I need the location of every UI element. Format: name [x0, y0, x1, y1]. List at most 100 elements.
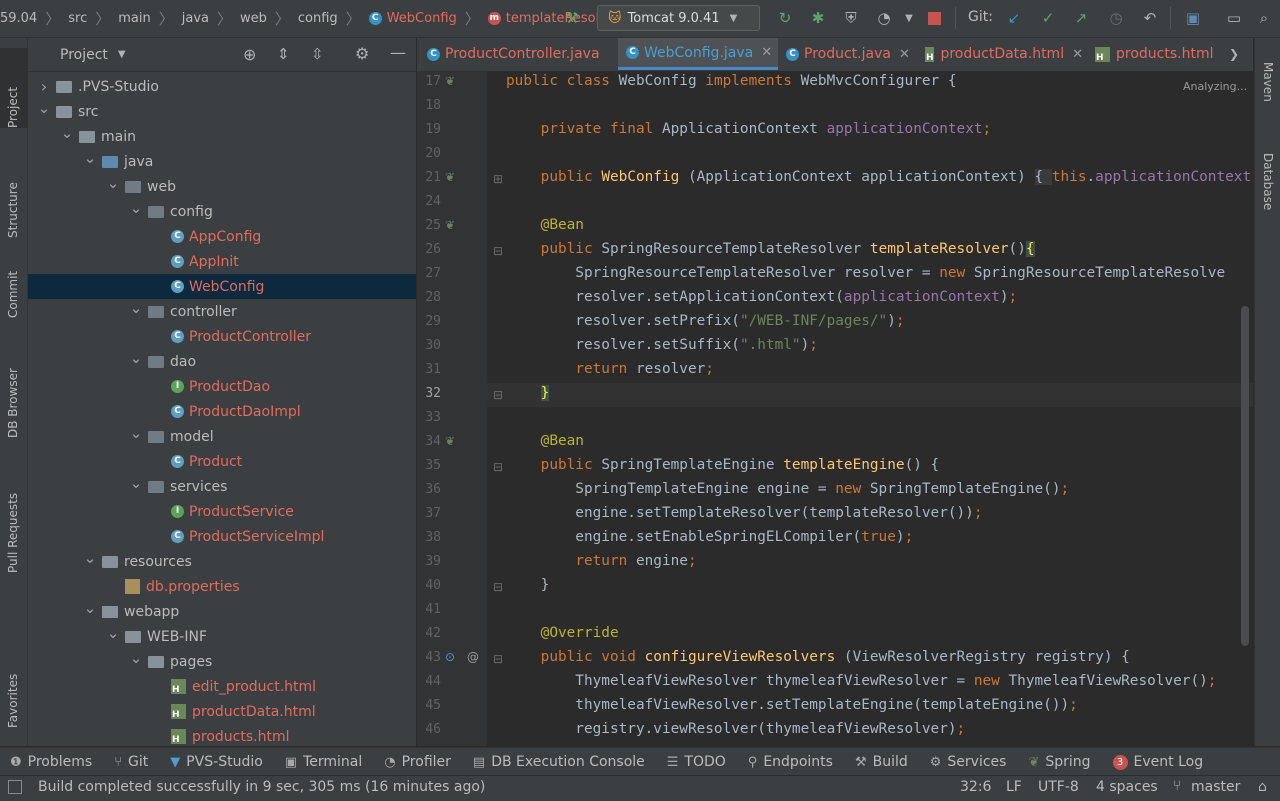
coverage-icon[interactable]: ⛨: [841, 8, 861, 28]
tree-item[interactable]: ⌄ controller: [28, 299, 416, 324]
tree-item[interactable]: C ProductDaoImpl: [28, 399, 416, 424]
code-line[interactable]: }: [506, 577, 550, 593]
code-line[interactable]: public class WebConfig implements WebMvc…: [506, 73, 957, 89]
status-message[interactable]: Build completed successfully in 9 sec, 3…: [38, 779, 485, 795]
code-line[interactable]: SpringResourceTemplateResolver resolver …: [506, 265, 1225, 281]
tree-item[interactable]: ⌄ pages: [28, 649, 416, 674]
line-separator[interactable]: LF: [1006, 779, 1022, 795]
tree-item[interactable]: ⌄ src: [28, 99, 416, 124]
chevron-right-icon[interactable]: ›: [36, 77, 52, 96]
spring-bean-gutter-icon[interactable]: ❦: [445, 434, 455, 448]
run-anything-icon[interactable]: ▭: [1224, 8, 1244, 28]
tool-spring[interactable]: ❦ Spring: [1028, 754, 1090, 770]
tool-tab-favorites[interactable]: Favorites: [0, 648, 27, 728]
tool-db-execution-console[interactable]: ▤ DB Execution Console: [473, 754, 645, 770]
tool-tab-commit[interactable]: Commit: [0, 248, 27, 318]
tool-event-log[interactable]: 3 Event Log: [1112, 754, 1203, 770]
fold-icon[interactable]: ⊟: [493, 244, 503, 258]
tree-item[interactable]: ⌄ config: [28, 199, 416, 224]
tool-services[interactable]: ⚙ Services: [930, 754, 1007, 770]
run-configuration-select[interactable]: 🐱 Tomcat 9.0.41 ▼: [597, 5, 760, 31]
code-line[interactable]: public SpringResourceTemplateResolver te…: [506, 241, 1035, 257]
chevron-down-icon[interactable]: ⌄: [82, 549, 98, 567]
rerun-icon[interactable]: ↻: [775, 8, 795, 28]
tree-item[interactable]: › .PVS-Studio: [28, 74, 416, 99]
chevron-down-icon[interactable]: ⌄: [82, 599, 98, 617]
tab-productcontroller[interactable]: C ProductController.java: [417, 38, 618, 70]
chevron-down-icon[interactable]: ⌄: [128, 474, 144, 492]
chevron-down-icon[interactable]: ⌄: [36, 99, 52, 117]
code-line[interactable]: @Bean: [506, 433, 584, 449]
tree-item[interactable]: productData.html: [28, 699, 416, 724]
code-line[interactable]: SpringTemplateEngine engine = new Spring…: [506, 481, 1069, 497]
code-line[interactable]: thymeleafViewResolver.setTemplateEngine(…: [506, 697, 1078, 713]
breadcrumb-main[interactable]: main: [118, 11, 150, 26]
code-line[interactable]: return engine;: [506, 553, 696, 569]
code-line[interactable]: public SpringTemplateEngine templateEngi…: [506, 457, 940, 473]
breadcrumb-config[interactable]: config: [298, 11, 338, 26]
editor-scrollbar[interactable]: [1241, 306, 1249, 646]
breadcrumb-src[interactable]: src: [68, 11, 87, 26]
collapse-all-icon[interactable]: ⇳: [311, 45, 324, 63]
chevron-down-icon[interactable]: ⌄: [105, 174, 121, 192]
code-line[interactable]: }: [506, 385, 550, 401]
debug-icon[interactable]: ✱: [808, 8, 828, 28]
search-icon[interactable]: ⌕: [1254, 8, 1274, 28]
fold-icon[interactable]: ⊟: [493, 388, 503, 402]
code-line[interactable]: @Bean: [506, 217, 584, 233]
tool-tab-project[interactable]: Project: [0, 48, 27, 128]
tabs-overflow-chevron-icon[interactable]: ❯: [1229, 38, 1251, 70]
stop-icon[interactable]: [924, 8, 944, 28]
git-branch[interactable]: master: [1191, 779, 1240, 795]
tab-product[interactable]: C Product.java ✕: [778, 38, 913, 70]
tool-problems[interactable]: ❶ Problems: [10, 754, 92, 770]
fold-icon[interactable]: ⊞: [493, 172, 503, 186]
tool-todo[interactable]: ☰ TODO: [667, 754, 726, 770]
tool-pvs-studio[interactable]: ▼ PVS-Studio: [170, 754, 263, 770]
git-commit-icon[interactable]: ✓: [1038, 8, 1058, 28]
chevron-down-icon[interactable]: ⌄: [82, 149, 98, 167]
chevron-down-icon[interactable]: ⌄: [128, 649, 144, 667]
spring-bean-gutter-icon[interactable]: ❦: [445, 218, 455, 232]
tree-item[interactable]: C WebConfig: [28, 274, 416, 299]
code-line[interactable]: resolver.setApplicationContext(applicati…: [506, 289, 1017, 305]
code-line[interactable]: @Override: [506, 625, 619, 641]
tab-productdata[interactable]: productData.html ✕: [913, 38, 1083, 70]
git-push-icon[interactable]: ↗: [1071, 8, 1091, 28]
hide-panel-icon[interactable]: —: [390, 43, 406, 62]
spring-bean-gutter-icon[interactable]: ❦: [445, 74, 455, 88]
tool-terminal[interactable]: ▣ Terminal: [285, 754, 362, 770]
tool-tab-pull-requests[interactable]: Pull Requests: [0, 463, 27, 573]
code-line[interactable]: registry.viewResolver(thymeleafViewResol…: [506, 721, 965, 737]
tree-item[interactable]: ⌄ main: [28, 124, 416, 149]
tool-tab-db-browser[interactable]: DB Browser: [0, 338, 27, 438]
code-line[interactable]: return resolver;: [506, 361, 714, 377]
locate-icon[interactable]: ⊕: [243, 45, 256, 64]
tree-item[interactable]: I ProductDao: [28, 374, 416, 399]
file-encoding[interactable]: UTF-8: [1038, 779, 1079, 795]
tree-item[interactable]: ⌄ resources: [28, 549, 416, 574]
tree-item[interactable]: ⌄ services: [28, 474, 416, 499]
tree-item[interactable]: ⌄ WEB-INF: [28, 624, 416, 649]
fold-icon[interactable]: ⊟: [493, 580, 503, 594]
tree-item[interactable]: C AppConfig: [28, 224, 416, 249]
rollback-icon[interactable]: ↶: [1140, 8, 1160, 28]
tree-item[interactable]: products.html: [28, 724, 416, 746]
code-line[interactable]: public WebConfig (ApplicationContext app…: [506, 169, 1251, 185]
override-gutter-icon[interactable]: ⊙: [445, 650, 455, 664]
code-line[interactable]: engine.setEnableSpringELCompiler(true);: [506, 529, 913, 545]
git-update-icon[interactable]: ↙: [1004, 8, 1024, 28]
tool-endpoints[interactable]: ⚲ Endpoints: [748, 754, 833, 770]
tool-tab-structure[interactable]: Structure: [0, 138, 27, 238]
code-line[interactable]: resolver.setPrefix("/WEB-INF/pages/");: [506, 313, 904, 329]
chevron-down-icon[interactable]: ⌄: [128, 299, 144, 317]
tool-tab-database[interactable]: Database: [1255, 133, 1280, 223]
tree-item[interactable]: ⌄ dao: [28, 349, 416, 374]
tree-item[interactable]: edit_product.html: [28, 674, 416, 699]
tree-item[interactable]: C AppInit: [28, 249, 416, 274]
tab-products[interactable]: products.html: [1083, 38, 1228, 70]
gear-icon[interactable]: ⚙: [355, 44, 369, 63]
code-line[interactable]: resolver.setSuffix(".html");: [506, 337, 818, 353]
tool-git[interactable]: ⑂ Git: [114, 754, 148, 770]
project-panel-title[interactable]: Project: [60, 47, 108, 63]
